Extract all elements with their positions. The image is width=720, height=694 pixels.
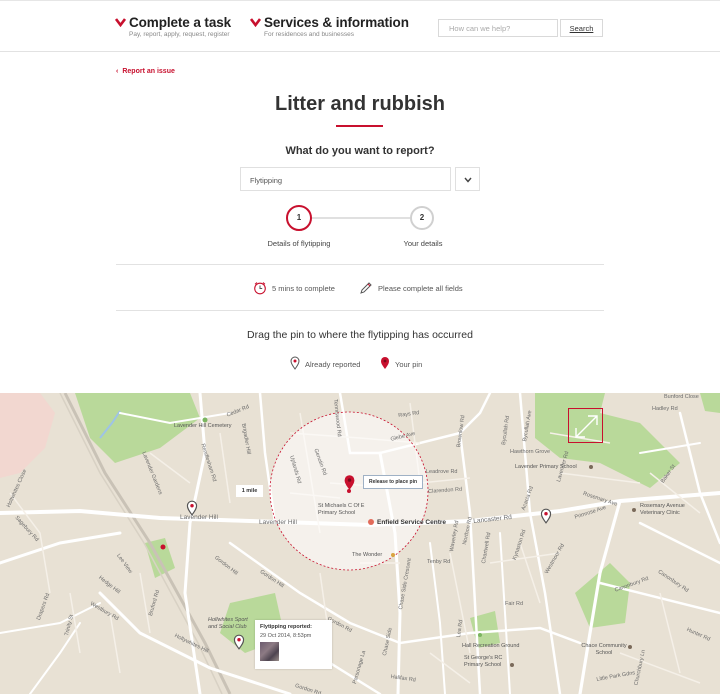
nav-subtitle: For residences and businesses [264,31,354,38]
your-pin-marker[interactable] [343,474,356,491]
reported-info-card[interactable]: Flytipping reported: 29 Oct 2014, 8:53pm [255,620,332,669]
fields-notice-text: Please complete all fields [378,284,463,293]
map-label-poi: Enfield Service Centre [377,519,446,526]
report-type-select[interactable]: Flytipping [240,167,451,191]
map-label-road: Tenby Rd [427,559,451,565]
site-header: Complete a task Pay, report, apply, requ… [0,0,720,52]
map-label-poi: Lavender Hill Cemetery [174,423,232,429]
step-2-label: Your details [403,239,443,248]
back-link[interactable]: ‹ Report an issue [116,68,175,75]
map-label-road: Bunford Close [664,394,699,400]
title-underline [336,125,383,127]
map-label-poi: The Wonder [352,552,383,558]
reported-card-date: 29 Oct 2014, 8:53pm [260,633,312,639]
map-label-poi: Rosemary Avenue Veterinary Clinic [640,503,685,516]
reported-pin-marker[interactable] [186,500,198,516]
map-label-poi: St George's RC Primary School [464,655,503,668]
map-label-poi: St Michaels C Of E Primary School [318,503,365,516]
report-type-dropdown-button[interactable] [455,167,480,191]
clock-icon [254,282,266,295]
map-label-road: Leadrove Rd [426,469,458,475]
map-instruction: Drag the pin to where the flytipping has… [247,329,473,341]
map-label-poi: Hall Recreation Ground [462,643,520,649]
search-button[interactable]: Search [560,19,603,37]
chevron-down-icon [464,177,472,183]
pin-tooltip: Release to place pin [363,475,423,489]
map-label-poi: Lavender Primary School [515,464,577,470]
back-link-label: Report an issue [122,68,175,75]
fullscreen-button[interactable] [568,408,603,443]
map-label-road: Lavender Hill [259,519,297,526]
map-label-road: Hawthorn Grove [510,449,551,455]
nav-title: Services & information [264,15,409,30]
chevron-left-icon: ‹ [116,68,119,75]
step-1-indicator: 1 [286,205,312,231]
reported-pin-marker[interactable] [540,508,552,524]
step-2-indicator: 2 [410,206,434,230]
radius-label: 1 mile [236,485,263,497]
page-title: Litter and rubbish [275,93,445,115]
chevron-down-icon [250,18,261,27]
nav-title: Complete a task [129,15,232,30]
legend-already-reported-label: Already reported [305,360,361,369]
divider [116,264,604,265]
map-label-poi: Hollwhites Sport and Social Club [208,617,248,630]
map-pin-icon [381,357,389,369]
report-question: What do you want to report? [285,145,435,157]
search-input[interactable] [438,19,558,37]
step-1-label: Details of flytipping [267,239,331,248]
legend-your-pin-label: Your pin [395,360,423,369]
divider [116,310,604,311]
map-pin-outline-icon [290,356,300,370]
map-label-poi: Chace Community School [581,643,627,656]
chevron-down-icon [115,18,126,27]
map-label-road: Fair Rd [505,601,524,607]
expand-icon [575,415,598,438]
map-label-road: Hadley Rd [652,406,678,412]
time-estimate-text: 5 mins to complete [272,284,335,293]
map[interactable]: Cedar Rd Lavender Hill Cemetery Lavender… [0,393,720,694]
nav-subtitle: Pay, report, apply, request, register [129,31,230,38]
reported-card-title: Flytipping reported: [260,624,312,630]
pencil-icon [360,282,372,294]
reported-photo-thumbnail[interactable] [260,642,279,661]
step-connector [312,217,410,219]
reported-pin-marker[interactable] [233,634,245,650]
